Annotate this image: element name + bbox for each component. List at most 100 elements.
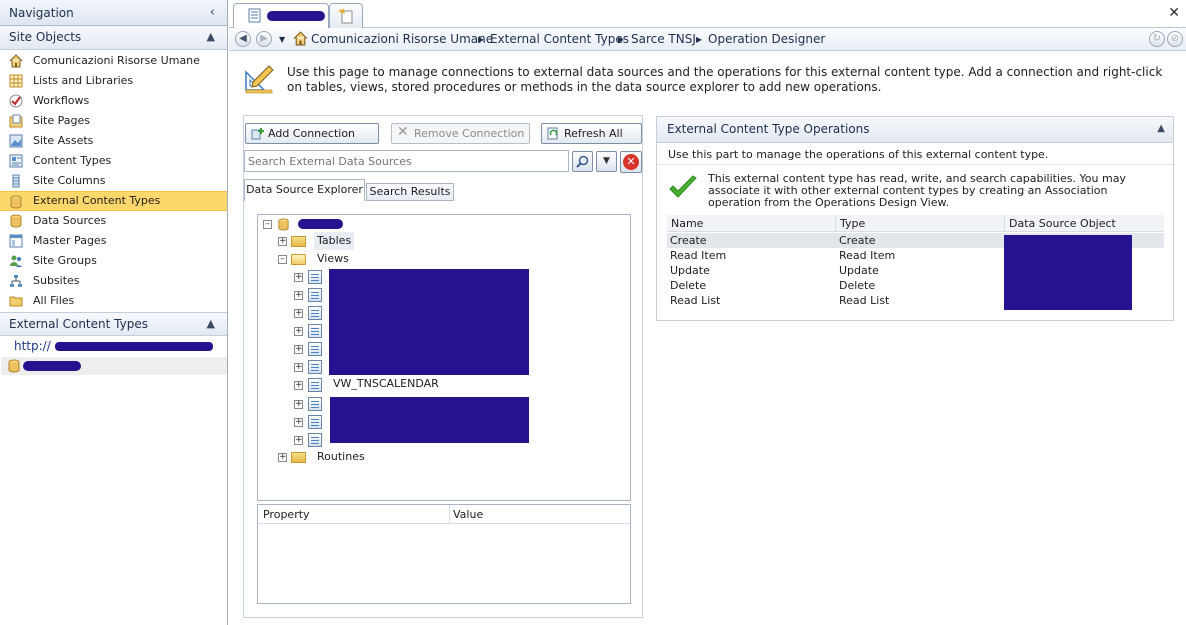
expand-icon[interactable]: + bbox=[294, 327, 303, 336]
table-row[interactable]: Read Item Read Item bbox=[667, 248, 1005, 263]
database-icon bbox=[278, 218, 289, 231]
tree-node-tables[interactable]: Tables bbox=[314, 232, 355, 250]
sidebar-item-site-pages[interactable]: Site Pages bbox=[0, 111, 227, 131]
sidebar-item-data-sources[interactable]: Data Sources bbox=[0, 211, 227, 231]
tab-search-results[interactable]: Search Results bbox=[366, 183, 454, 201]
assets-icon bbox=[9, 134, 23, 148]
sidebar-item-external-content-types[interactable]: External Content Types bbox=[0, 191, 227, 211]
home-icon[interactable] bbox=[293, 31, 308, 46]
close-tab-icon[interactable]: ✕ bbox=[1168, 6, 1180, 20]
sidebar-item-subsites[interactable]: Subsites bbox=[0, 271, 227, 291]
expand-icon[interactable]: + bbox=[294, 381, 303, 390]
property-column-header: Property bbox=[263, 508, 310, 521]
new-tab-button[interactable] bbox=[329, 3, 363, 28]
sidebar-item-site-assets[interactable]: Site Assets bbox=[0, 131, 227, 151]
clear-search-button[interactable]: ✕ bbox=[620, 151, 642, 173]
table-row[interactable]: Create Create bbox=[667, 233, 1005, 248]
refresh-icon[interactable]: ↻ bbox=[1149, 31, 1165, 47]
operations-panel-header[interactable]: External Content Type Operations ▲ bbox=[657, 117, 1173, 143]
operations-panel: External Content Type Operations ▲ Use t… bbox=[656, 116, 1174, 321]
tab-data-source-explorer[interactable]: Data Source Explorer bbox=[244, 179, 365, 201]
clear-icon: ✕ bbox=[623, 154, 639, 170]
forward-button[interactable]: ▶ bbox=[256, 31, 272, 47]
refresh-icon bbox=[547, 127, 558, 140]
operations-panel-title: External Content Type Operations bbox=[667, 122, 870, 136]
column-divider bbox=[1004, 215, 1005, 232]
table-row[interactable]: Read List Read List bbox=[667, 293, 1005, 308]
sidebar-item-label: Content Types bbox=[33, 154, 112, 167]
sidebar-item-home[interactable]: Comunicazioni Risorse Umane bbox=[0, 51, 227, 71]
add-connection-label: Add Connection bbox=[268, 127, 356, 140]
expand-icon[interactable]: + bbox=[294, 363, 303, 372]
table-row[interactable]: Update Update bbox=[667, 263, 1005, 278]
search-input[interactable] bbox=[244, 150, 569, 172]
breadcrumb-ect-name[interactable]: Sarce TNSJ bbox=[631, 32, 696, 46]
type-column-header[interactable]: Type bbox=[840, 217, 865, 230]
collapse-icon[interactable]: – bbox=[263, 220, 272, 229]
sidebar-item-label: Comunicazioni Risorse Umane bbox=[33, 54, 200, 67]
new-page-icon bbox=[338, 8, 353, 24]
redacted-ect-name bbox=[23, 361, 81, 371]
stop-icon[interactable]: ⊘ bbox=[1167, 31, 1183, 47]
breadcrumb-current[interactable]: Operation Designer bbox=[708, 32, 825, 46]
expand-icon[interactable]: + bbox=[294, 400, 303, 409]
list-icon bbox=[9, 74, 23, 88]
tree-node-routines[interactable]: Routines bbox=[317, 448, 365, 466]
sidebar-item-master-pages[interactable]: Master Pages bbox=[0, 231, 227, 251]
sidebar-item-label: All Files bbox=[33, 294, 75, 307]
search-options-dropdown[interactable]: ▼ bbox=[596, 151, 617, 172]
breadcrumb-site[interactable]: Comunicazioni Risorse Umane bbox=[311, 32, 493, 46]
sidebar-item-content-types[interactable]: Content Types bbox=[0, 151, 227, 171]
sidebar-item-site-columns[interactable]: Site Columns bbox=[0, 171, 227, 191]
search-button[interactable] bbox=[572, 151, 593, 172]
breadcrumb-external-content-types[interactable]: External Content Types bbox=[490, 32, 629, 46]
chevron-up-icon[interactable]: ▲ bbox=[207, 26, 215, 48]
sidebar-item-workflows[interactable]: Workflows bbox=[0, 91, 227, 111]
refresh-all-button[interactable]: Refresh All bbox=[541, 123, 642, 144]
remove-connection-button[interactable]: ✕ Remove Connection bbox=[391, 123, 530, 144]
operation-type: Delete bbox=[839, 279, 876, 292]
data-source-object-column-header[interactable]: Data Source Object bbox=[1009, 217, 1116, 230]
external-content-types-label: External Content Types bbox=[9, 317, 148, 331]
ect-url-link[interactable]: http:// bbox=[14, 339, 213, 355]
chevron-up-icon[interactable]: ▲ bbox=[207, 313, 215, 335]
expand-icon[interactable]: + bbox=[294, 291, 303, 300]
sidebar-item-site-groups[interactable]: Site Groups bbox=[0, 251, 227, 271]
chevron-up-icon[interactable]: ▲ bbox=[1157, 123, 1165, 134]
sidebar-item-lists[interactable]: Lists and Libraries bbox=[0, 71, 227, 91]
sidebar-item-label: Master Pages bbox=[33, 234, 107, 247]
collapse-icon[interactable]: – bbox=[278, 255, 287, 264]
tree-node-views[interactable]: Views bbox=[317, 250, 349, 268]
tree-node-vw-tnscalendar[interactable]: VW_TNSCALENDAR bbox=[333, 375, 439, 393]
column-divider bbox=[449, 505, 450, 524]
site-objects-header[interactable]: Site Objects ▲ bbox=[0, 26, 227, 50]
checkmark-icon bbox=[669, 175, 697, 198]
operations-table-header: Name Type Data Source Object bbox=[667, 215, 1164, 232]
ect-list-item[interactable] bbox=[1, 357, 227, 375]
table-row[interactable]: Delete Delete bbox=[667, 278, 1005, 293]
expand-icon[interactable]: + bbox=[294, 418, 303, 427]
breadcrumb-separator-icon: ▸ bbox=[696, 32, 703, 46]
expand-icon[interactable]: + bbox=[294, 436, 303, 445]
column-divider bbox=[835, 215, 836, 232]
expand-icon[interactable]: + bbox=[278, 453, 287, 462]
operations-status-text: This external content type has read, wri… bbox=[708, 172, 1126, 209]
expand-icon[interactable]: + bbox=[294, 309, 303, 318]
add-connection-button[interactable]: Add Connection bbox=[245, 123, 379, 144]
subsites-icon bbox=[10, 275, 22, 287]
expand-icon[interactable]: + bbox=[278, 237, 287, 246]
tab-operation-designer[interactable] bbox=[233, 3, 329, 28]
redacted-connection-name bbox=[298, 219, 343, 229]
external-content-types-header[interactable]: External Content Types ▲ bbox=[0, 312, 227, 336]
document-icon bbox=[248, 8, 261, 23]
back-button[interactable]: ◀ bbox=[235, 31, 251, 47]
expand-icon[interactable]: + bbox=[294, 273, 303, 282]
sidebar-item-all-files[interactable]: All Files bbox=[0, 291, 227, 311]
name-column-header[interactable]: Name bbox=[671, 217, 703, 230]
view-icon bbox=[308, 288, 322, 302]
sidebar-item-label: Site Assets bbox=[33, 134, 94, 147]
collapse-pane-icon[interactable]: ‹ bbox=[210, 0, 215, 26]
expand-icon[interactable]: + bbox=[294, 345, 303, 354]
database-icon bbox=[10, 195, 22, 209]
history-dropdown-icon[interactable]: ▼ bbox=[279, 35, 285, 44]
